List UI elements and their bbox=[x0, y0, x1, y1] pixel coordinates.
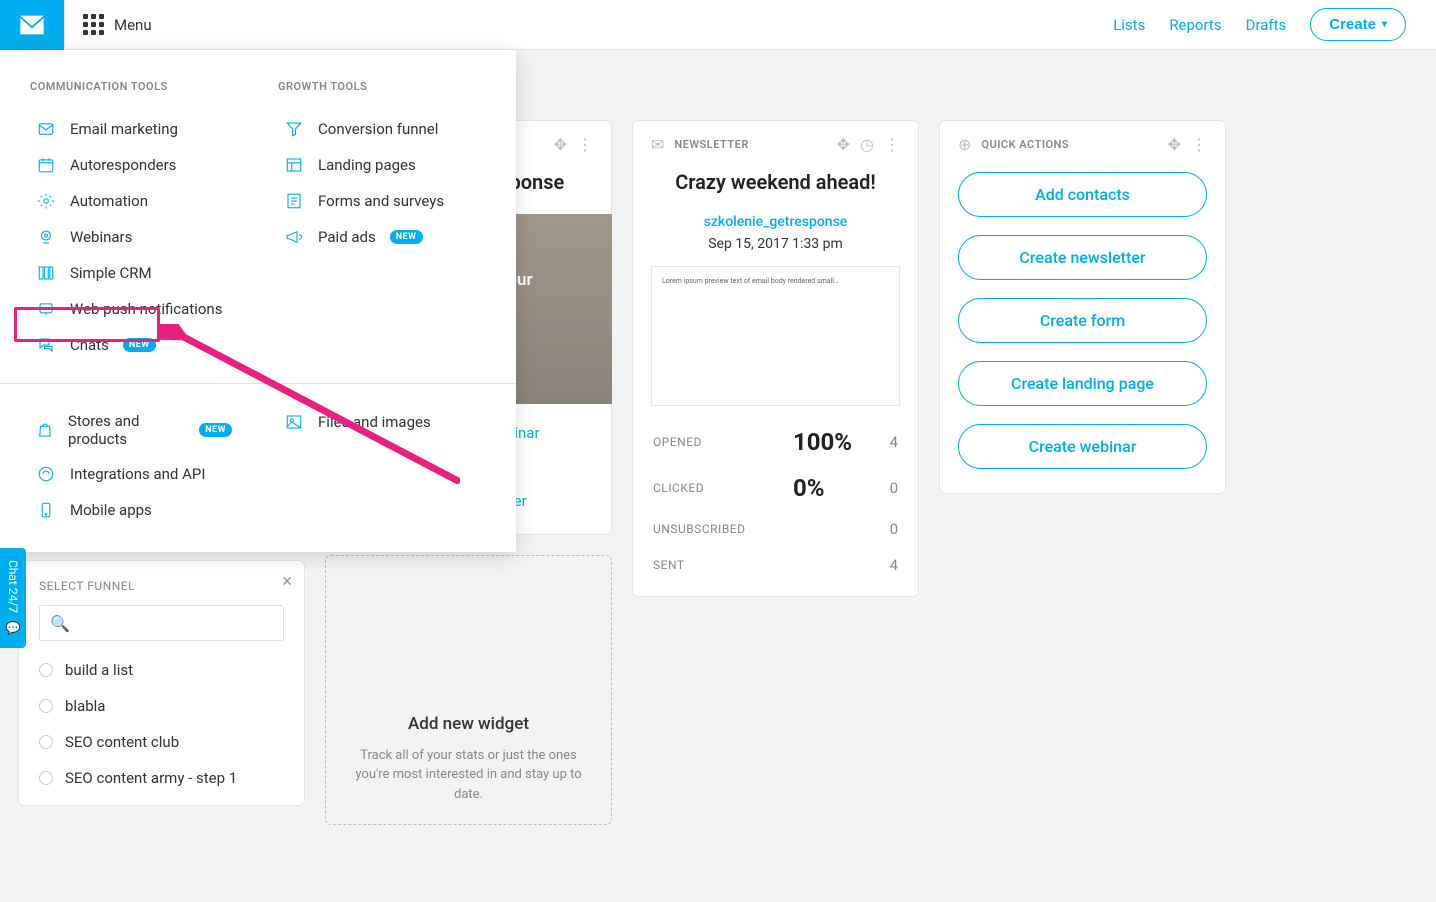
menu-item-files-images[interactable]: Files and images bbox=[278, 404, 486, 440]
bell-icon bbox=[36, 299, 56, 319]
mail-icon bbox=[36, 119, 56, 139]
radio-icon bbox=[39, 663, 53, 677]
radio-icon bbox=[39, 699, 53, 713]
funnel-option[interactable]: build a list bbox=[39, 661, 284, 679]
chat-icon bbox=[36, 335, 56, 355]
funnel-icon bbox=[284, 119, 304, 139]
webcam-icon bbox=[36, 227, 56, 247]
funnel-heading: SELECT FUNNEL bbox=[39, 579, 284, 593]
form-icon bbox=[284, 191, 304, 211]
menu-item-paid-ads[interactable]: Paid adsNEW bbox=[278, 219, 486, 255]
menu-col-bottom-left: Stores and productsNEW Integrations and … bbox=[30, 404, 238, 528]
funnel-option[interactable]: blabla bbox=[39, 697, 284, 715]
menu-item-simple-crm[interactable]: Simple CRM bbox=[30, 255, 238, 291]
gear-icon bbox=[36, 191, 56, 211]
close-icon[interactable]: × bbox=[282, 571, 292, 592]
menu-item-webinars[interactable]: Webinars bbox=[30, 219, 238, 255]
menu-item-web-push[interactable]: Web push notifications bbox=[30, 291, 238, 327]
newsletter-card: ✉ NEWSLETTER ✥ ◷ ⋮ Crazy weekend ahead! sz… bbox=[632, 120, 919, 597]
qa-create-form[interactable]: Create form bbox=[958, 298, 1207, 343]
logo[interactable] bbox=[0, 0, 64, 50]
menu-item-conversion-funnel[interactable]: Conversion funnel bbox=[278, 111, 486, 147]
drag-handle-icon[interactable]: ✥ bbox=[554, 135, 567, 154]
funnel-option[interactable]: SEO content club bbox=[39, 733, 284, 751]
qa-create-webinar[interactable]: Create webinar bbox=[958, 424, 1207, 469]
radio-icon bbox=[39, 735, 53, 749]
nav-lists[interactable]: Lists bbox=[1113, 16, 1145, 34]
more-icon[interactable]: ⋮ bbox=[884, 135, 900, 154]
mobile-icon bbox=[36, 500, 56, 520]
menu-col-growth: GROWTH TOOLS Conversion funnel Landing p… bbox=[278, 80, 486, 363]
menu-heading-growth: GROWTH TOOLS bbox=[278, 80, 486, 93]
more-icon[interactable]: ⋮ bbox=[577, 135, 593, 154]
stat-clicked: CLICKED0%0 bbox=[653, 474, 898, 502]
chat-icon: 💬 bbox=[6, 621, 20, 636]
stat-opened: OPENED100%4 bbox=[653, 428, 898, 456]
menu-item-stores-products[interactable]: Stores and productsNEW bbox=[30, 404, 238, 456]
qa-create-landing-page[interactable]: Create landing page bbox=[958, 361, 1207, 406]
new-badge: NEW bbox=[123, 338, 156, 352]
menu-heading-communication: COMMUNICATION TOOLS bbox=[30, 80, 238, 93]
menu-item-chats[interactable]: ChatsNEW bbox=[30, 327, 238, 363]
refresh-icon[interactable]: ◷ bbox=[860, 135, 874, 154]
bag-icon bbox=[36, 420, 54, 440]
add-widget-placeholder[interactable]: Add new widget Track all of your stats o… bbox=[325, 555, 612, 825]
menu-label: Menu bbox=[114, 16, 152, 34]
new-badge: NEW bbox=[199, 423, 232, 437]
newsletter-title: Crazy weekend ahead! bbox=[633, 162, 918, 194]
menu-col-communication: COMMUNICATION TOOLS Email marketing Auto… bbox=[30, 80, 238, 363]
nav-drafts[interactable]: Drafts bbox=[1246, 16, 1287, 34]
header-right: Lists Reports Drafts Create▾ bbox=[1113, 8, 1436, 41]
layout-icon bbox=[284, 155, 304, 175]
menu-item-landing-pages[interactable]: Landing pages bbox=[278, 147, 486, 183]
link-icon bbox=[36, 464, 56, 484]
mail-icon: ✉ bbox=[651, 135, 664, 154]
plus-circle-icon: ⊕ bbox=[958, 135, 971, 154]
mega-menu-dropdown: COMMUNICATION TOOLS Email marketing Auto… bbox=[0, 50, 516, 552]
newsletter-date: Sep 15, 2017 1:33 pm bbox=[633, 236, 918, 252]
funnel-selector-card: × SELECT FUNNEL 🔍 build a list blabla SE… bbox=[18, 560, 305, 806]
funnel-search-input[interactable]: 🔍 bbox=[39, 605, 284, 641]
chevron-down-icon: ▾ bbox=[1382, 19, 1387, 30]
top-header: Menu Lists Reports Drafts Create▾ bbox=[0, 0, 1436, 50]
quick-actions-card: ⊕ QUICK ACTIONS ✥ ⋮ Add contacts Create n… bbox=[939, 120, 1226, 494]
newsletter-preview: Lorem ipsum preview text of email body r… bbox=[651, 266, 900, 406]
more-icon[interactable]: ⋮ bbox=[1191, 135, 1207, 154]
chat-tab[interactable]: Chat 24/7 💬 bbox=[0, 548, 26, 648]
radio-icon bbox=[39, 771, 53, 785]
add-widget-desc: Track all of your stats or just the ones… bbox=[354, 746, 583, 805]
apps-grid-icon bbox=[83, 14, 104, 35]
menu-item-automation[interactable]: Automation bbox=[30, 183, 238, 219]
new-badge: NEW bbox=[390, 230, 423, 244]
nav-reports[interactable]: Reports bbox=[1169, 16, 1221, 34]
calendar-icon bbox=[36, 155, 56, 175]
card-section-label: QUICK ACTIONS bbox=[981, 138, 1069, 151]
add-widget-title: Add new widget bbox=[408, 614, 529, 734]
menu-item-mobile-apps[interactable]: Mobile apps bbox=[30, 492, 238, 528]
search-icon: 🔍 bbox=[50, 614, 70, 633]
create-button[interactable]: Create▾ bbox=[1310, 8, 1406, 41]
envelope-icon bbox=[18, 15, 46, 35]
menu-item-forms-surveys[interactable]: Forms and surveys bbox=[278, 183, 486, 219]
megaphone-icon bbox=[284, 227, 304, 247]
stat-sent: SENT4 bbox=[653, 556, 898, 574]
card-section-label: NEWSLETTER bbox=[674, 138, 748, 151]
menu-item-email-marketing[interactable]: Email marketing bbox=[30, 111, 238, 147]
qa-create-newsletter[interactable]: Create newsletter bbox=[958, 235, 1207, 280]
drag-handle-icon[interactable]: ✥ bbox=[837, 135, 850, 154]
stat-unsubscribed: UNSUBSCRIBED0 bbox=[653, 520, 898, 538]
menu-item-integrations-api[interactable]: Integrations and API bbox=[30, 456, 238, 492]
image-icon bbox=[284, 412, 304, 432]
qa-add-contacts[interactable]: Add contacts bbox=[958, 172, 1207, 217]
columns-icon bbox=[36, 263, 56, 283]
menu-item-autoresponders[interactable]: Autoresponders bbox=[30, 147, 238, 183]
drag-handle-icon[interactable]: ✥ bbox=[1168, 135, 1181, 154]
menu-col-bottom-right: Files and images bbox=[278, 404, 486, 528]
funnel-option[interactable]: SEO content army - step 1 bbox=[39, 769, 284, 787]
menu-trigger[interactable]: Menu bbox=[64, 0, 170, 50]
newsletter-campaign-link[interactable]: szkolenie_getresponse bbox=[633, 214, 918, 230]
